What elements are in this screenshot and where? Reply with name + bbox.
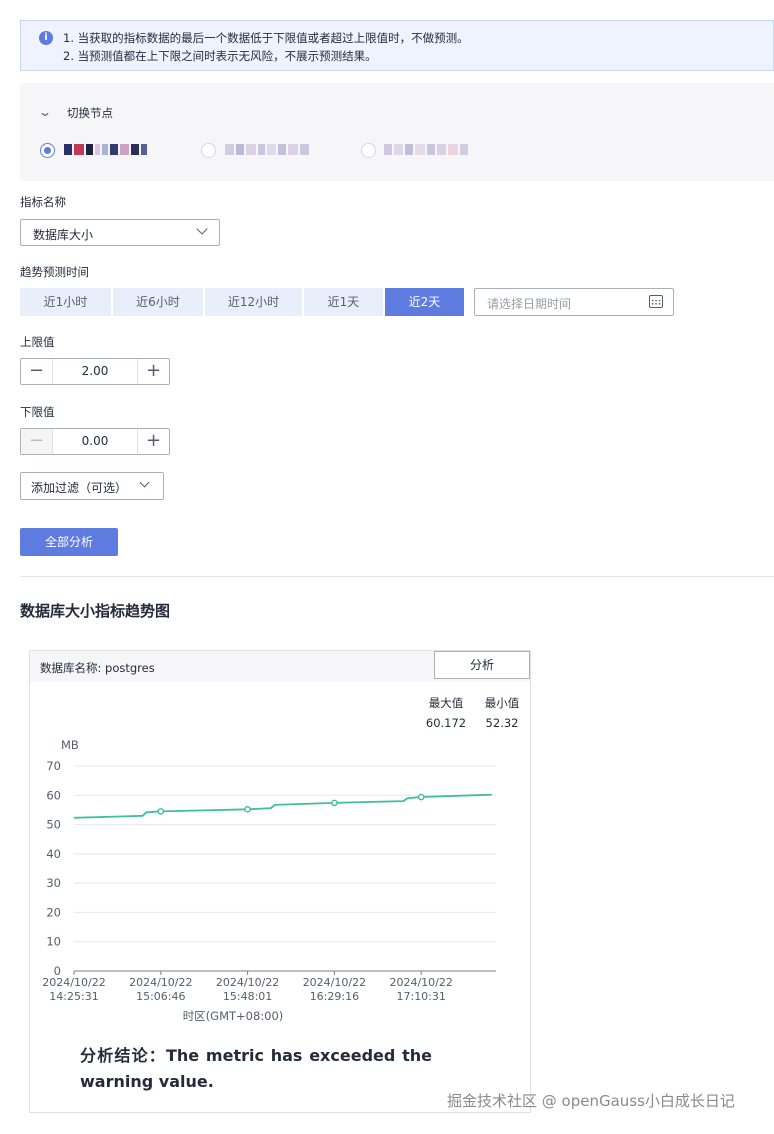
card-header: 数据库名称: postgres 分析 (30, 651, 530, 682)
x-tick-label: 15:48:01 (223, 990, 272, 1003)
filter-select[interactable]: 添加过滤（可选） (20, 472, 164, 500)
trend-option-1d[interactable]: 近1天 (304, 288, 383, 316)
y-tick-label: 40 (46, 847, 61, 861)
y-axis-unit: MB (61, 738, 79, 752)
chevron-down-icon (139, 477, 150, 488)
notice-line-1: 1. 当获取的指标数据的最后一个数据低于下限值或者超过上限值时，不做预测。 (63, 31, 469, 45)
upper-limit-label: 上限值 (20, 335, 55, 349)
metric-select[interactable]: 数据库大小 (20, 219, 220, 246)
data-point (244, 806, 251, 813)
minus-icon[interactable]: − (21, 359, 53, 384)
x-tick-label: 2024/10/22 (303, 976, 366, 989)
y-tick-label: 10 (46, 935, 61, 949)
x-tick-label: 15:06:46 (136, 990, 185, 1003)
info-notice: i 1. 当获取的指标数据的最后一个数据低于下限值或者超过上限值时，不做预测。 … (20, 20, 774, 71)
series-line (73, 793, 492, 819)
database-name: 数据库名称: postgres (40, 661, 155, 675)
analysis-conclusion: 分析结论：The metric has exceeded the warning… (80, 1046, 432, 1091)
y-tick-label: 70 (46, 759, 61, 773)
max-value-label: 最大值 (428, 696, 464, 710)
trend-line-chart: MB 时区(GMT+08:00) 0102030405060702024/10/… (42, 738, 496, 1023)
lower-limit-stepper[interactable]: − 0.00 + (20, 428, 170, 455)
trend-option-2d[interactable]: 近2天 (385, 288, 464, 316)
node-label-3-redacted (384, 144, 470, 157)
x-tick-label: 17:10:31 (396, 990, 445, 1003)
max-value: 60.172 (425, 716, 467, 730)
min-value-label: 最小值 (484, 696, 520, 710)
x-tick-label: 16:29:16 (310, 990, 359, 1003)
datetime-placeholder: 请选择日期时间 (487, 297, 572, 311)
y-tick-label: 30 (46, 876, 61, 890)
node-radio-1[interactable] (40, 143, 55, 158)
y-tick-label: 20 (46, 905, 61, 919)
calendar-icon[interactable] (649, 295, 663, 308)
data-point (331, 799, 338, 807)
y-tick-label: 60 (46, 788, 61, 802)
divider (20, 576, 774, 577)
node-radio-3[interactable] (361, 143, 376, 158)
data-point (157, 808, 165, 815)
chevron-down-icon[interactable]: ⌄ (38, 105, 52, 119)
data-point (417, 793, 425, 801)
plus-icon[interactable]: + (137, 429, 169, 454)
x-tick-label: 2024/10/22 (129, 976, 192, 989)
x-tick-label: 2024/10/22 (42, 976, 105, 989)
trend-option-12h[interactable]: 近12小时 (205, 288, 302, 316)
lower-limit-value[interactable]: 0.00 (53, 434, 137, 448)
x-tick-label: 2024/10/22 (216, 976, 279, 989)
node-label-2-redacted (225, 144, 311, 157)
metric-select-value: 数据库大小 (33, 228, 94, 242)
trend-option-1h[interactable]: 近1小时 (20, 288, 111, 316)
plus-icon[interactable]: + (137, 359, 169, 384)
lower-limit-label: 下限值 (20, 405, 55, 419)
min-value: 52.32 (485, 716, 519, 730)
x-tick-label: 2024/10/22 (389, 976, 452, 989)
trend-option-6h[interactable]: 近6小时 (113, 288, 203, 316)
x-tick-label: 14:25:31 (49, 990, 98, 1003)
upper-limit-stepper[interactable]: − 2.00 + (20, 358, 170, 385)
info-icon: i (39, 31, 53, 45)
minus-icon: − (21, 429, 53, 454)
analyze-all-button[interactable]: 全部分析 (20, 528, 118, 556)
notice-line-2: 2. 当预测值都在上下限之间时表示无风险，不展示预测结果。 (63, 49, 377, 63)
metric-name-label: 指标名称 (20, 195, 66, 209)
watermark: 掘金技术社区 @ openGauss小白成长日记 (447, 1092, 735, 1110)
section-title: 数据库大小指标趋势图 (20, 602, 171, 620)
upper-limit-value[interactable]: 2.00 (53, 364, 137, 378)
filter-select-value: 添加过滤（可选） (31, 481, 128, 495)
trend-time-label: 趋势预测时间 (20, 265, 89, 279)
node-radio-2[interactable] (201, 143, 216, 158)
analyze-button[interactable]: 分析 (434, 651, 530, 679)
chevron-down-icon (196, 223, 208, 235)
node-label-1-redacted (64, 144, 149, 157)
x-axis-title: 时区(GMT+08:00) (183, 1009, 284, 1023)
y-tick-label: 50 (46, 818, 61, 832)
node-switch-title: 切换节点 (67, 106, 113, 120)
datetime-picker[interactable]: 请选择日期时间 (474, 288, 674, 316)
node-switch-panel: ⌄ 切换节点 (20, 83, 774, 181)
